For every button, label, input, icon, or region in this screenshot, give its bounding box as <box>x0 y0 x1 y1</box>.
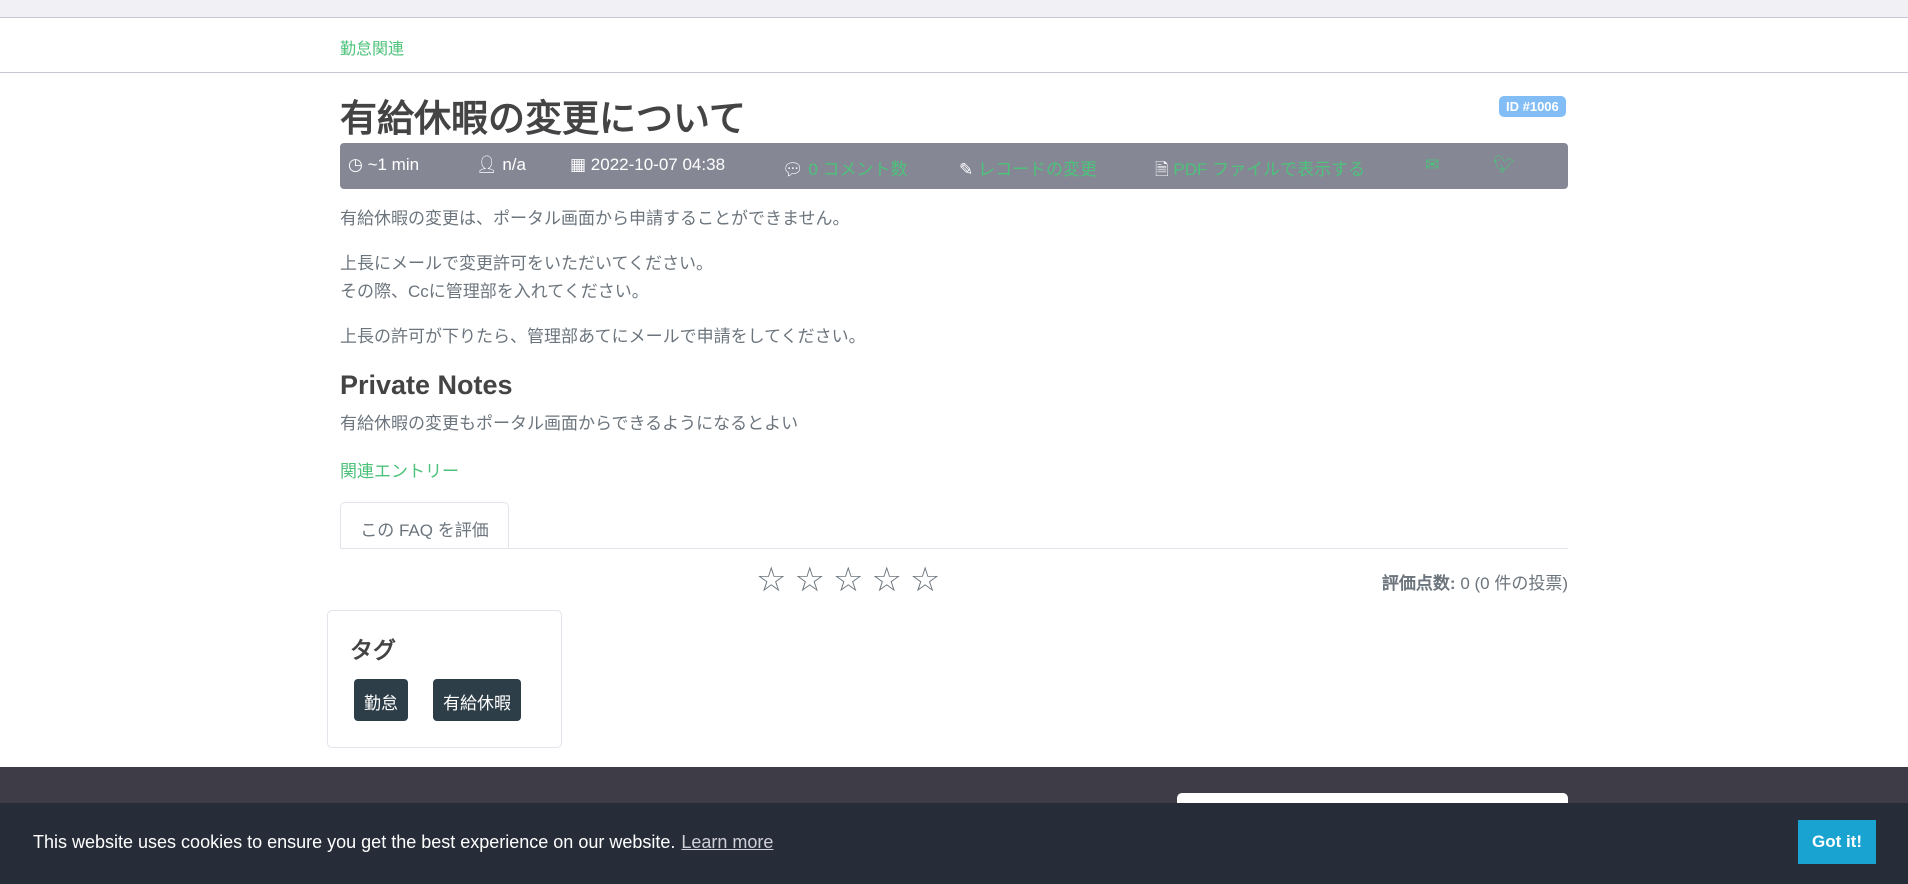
edit-text: レコードの変更 <box>977 160 1097 179</box>
page-title: 有給休暇の変更について <box>340 98 746 139</box>
comments-text: 0 コメント数 <box>808 160 908 179</box>
body-paragraph: 上長にメールで変更許可をいただいてください。 <box>340 254 713 273</box>
id-badge: ID #1006 <box>1499 96 1566 117</box>
body-paragraph: その際、Ccに管理部を入れてください。 <box>340 282 649 301</box>
body-paragraph: 有給休暇の変更は、ポータル画面から申請することができません。 <box>340 209 850 228</box>
rating-score: 評価点数: 0 (0 件の投票) <box>1382 569 1568 594</box>
got-it-button[interactable]: Got it! <box>1798 820 1876 864</box>
date-text: 2022-10-07 04:38 <box>590 155 726 174</box>
body-paragraph: 上長の許可が下りたら、管理部あてにメールで申請をしてください。 <box>340 327 866 346</box>
rating-label: 評価点数: <box>1381 574 1456 593</box>
breadcrumb-bar: 勤怠関連 <box>0 18 1908 73</box>
private-notes-text: 有給休暇の変更もポータル画面からできるようになるとよい <box>340 414 799 433</box>
author: 👤︎ n/a <box>476 155 526 175</box>
comments-link[interactable]: 💬︎ 0 コメント数 <box>782 155 908 180</box>
breadcrumb-link[interactable]: 勤怠関連 <box>340 35 404 59</box>
envelope-icon[interactable]: ✉ <box>1425 155 1439 175</box>
twitter-icon[interactable]: 🐦︎ <box>1493 155 1515 175</box>
learn-more-link[interactable]: Learn more <box>681 832 773 852</box>
pdf-link[interactable]: 🗎︎ PDF ファイルで表示する <box>1155 155 1365 186</box>
star-rating[interactable]: ☆☆☆☆☆ <box>756 560 948 600</box>
clock-icon: ◷ <box>348 155 363 174</box>
tab-divider <box>340 548 1568 549</box>
pdf-icon: 🗎︎ <box>1155 160 1169 179</box>
edit-record-link[interactable]: ✎ レコードの変更 <box>959 155 1097 180</box>
tags-card: タグ 勤怠 有給休暇 <box>327 610 562 748</box>
user-icon: 👤︎ <box>476 155 498 174</box>
private-notes-heading: Private Notes <box>340 370 513 400</box>
comments-icon: 💬︎ <box>782 160 804 179</box>
pdf-text: PDF ファイルで表示する <box>1173 160 1366 179</box>
meta-bar: ◷ ~1 min 👤︎ n/a ▦ 2022-10-07 04:38 💬︎ 0 … <box>340 143 1568 189</box>
date: ▦ 2022-10-07 04:38 <box>570 155 725 175</box>
tag-button[interactable]: 勤怠 <box>354 679 408 721</box>
tag-button[interactable]: 有給休暇 <box>433 679 521 721</box>
browser-top-strip <box>0 0 1908 18</box>
tags-heading: タグ <box>350 637 396 663</box>
cookie-banner: This website uses cookies to ensure you … <box>0 803 1908 884</box>
tab-rate-faq[interactable]: この FAQ を評価 <box>340 502 509 549</box>
read-time-text: ~1 min <box>367 155 420 174</box>
read-time: ◷ ~1 min <box>348 155 419 175</box>
author-text: n/a <box>502 155 526 174</box>
related-entries-link[interactable]: 関連エントリー <box>340 457 459 482</box>
rating-value: 0 (0 件の投票) <box>1455 574 1568 593</box>
pencil-icon: ✎ <box>959 160 974 179</box>
calendar-icon: ▦ <box>570 155 587 174</box>
cookie-message: This website uses cookies to ensure you … <box>33 832 676 852</box>
